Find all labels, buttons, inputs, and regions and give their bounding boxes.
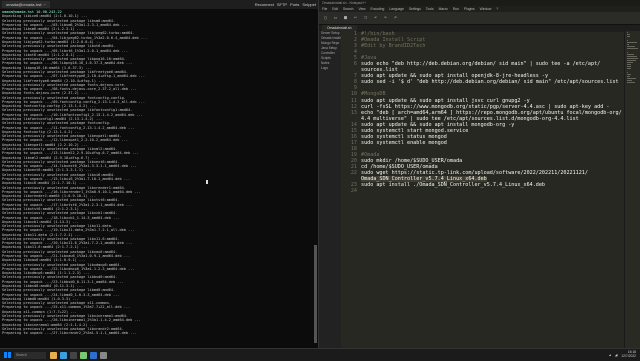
ports-button[interactable]: Ports bbox=[290, 2, 299, 7]
minimap-line bbox=[627, 34, 630, 35]
menu-item[interactable]: View bbox=[358, 6, 365, 12]
new-file-icon[interactable]: ▯ bbox=[322, 15, 329, 22]
undo-icon[interactable]: ↶ bbox=[372, 15, 379, 22]
minimap-line bbox=[627, 66, 631, 67]
minimap-line bbox=[627, 32, 629, 33]
menu-item[interactable]: Encoding bbox=[371, 6, 385, 12]
clock[interactable]: 15:18 12/7/2022 bbox=[621, 350, 636, 359]
minimap-line bbox=[627, 44, 629, 45]
taskbar-search[interactable]: Search bbox=[14, 351, 46, 359]
terminal-window[interactable]: omada@omada-hst: ~ Reconnect SFTP Ports … bbox=[0, 0, 319, 348]
file-explorer-icon[interactable] bbox=[50, 351, 57, 359]
sftp-button[interactable]: SFTP bbox=[277, 2, 287, 7]
network-icon[interactable]: ▲ bbox=[609, 353, 612, 357]
menu-item[interactable]: Macro bbox=[439, 6, 448, 12]
menu-item[interactable]: ? bbox=[496, 6, 498, 12]
terminal-tab[interactable]: omada@omada-hst: ~ bbox=[2, 1, 50, 8]
open-folder-icon[interactable]: ▭ bbox=[332, 15, 339, 22]
menu-item[interactable]: Run bbox=[453, 6, 459, 12]
minimap-line bbox=[627, 78, 637, 79]
volume-icon[interactable]: ◢ bbox=[615, 353, 618, 357]
code-line[interactable]: 8 sudo sed -i '$ d' "deb http://deb.debia… bbox=[342, 79, 624, 85]
redo-icon[interactable]: ↷ bbox=[382, 15, 389, 22]
terminal-titlebar: omada@omada-hst: ~ Reconnect SFTP Ports … bbox=[0, 0, 318, 9]
menu-item[interactable]: Window bbox=[480, 6, 492, 12]
minimap-line bbox=[627, 48, 638, 49]
project-panel[interactable]: Server Setup Omada Install Mongo Repo Java … bbox=[319, 31, 341, 348]
system-tray: ▲ ◢ 15:18 12/7/2022 bbox=[609, 350, 640, 359]
menu-item[interactable]: Edit bbox=[332, 6, 338, 12]
minimap-line bbox=[627, 64, 632, 65]
minimap-line bbox=[627, 54, 634, 55]
save-icon[interactable]: ■ bbox=[342, 15, 349, 22]
snippet-button[interactable]: Snippet bbox=[302, 2, 316, 7]
editor-window[interactable]: OmadaInstall.sh - Notepad++ File Edit Sear… bbox=[319, 0, 640, 348]
find-icon[interactable]: ⌕ bbox=[392, 15, 399, 22]
minimap-line bbox=[627, 56, 638, 57]
editor-toolbar: ▯ ▭ ■ ✂ ❐ ↶ ↷ ⌕ bbox=[319, 12, 640, 25]
terminal-output[interactable]: omada@omada.hst 10.90.243.22 Unpacking l… bbox=[2, 10, 312, 346]
minimap-line bbox=[627, 80, 633, 81]
terminal-app-icon[interactable] bbox=[70, 351, 77, 359]
minimap-line bbox=[627, 72, 628, 73]
menu-item[interactable]: Language bbox=[389, 6, 404, 12]
code-text: #Edit by BrandID2Tech bbox=[361, 43, 426, 50]
menu-item[interactable]: File bbox=[322, 6, 327, 12]
minimap-line bbox=[627, 42, 637, 43]
browser-icon[interactable] bbox=[60, 351, 67, 359]
clock-date: 12/7/2022 bbox=[621, 354, 636, 358]
menu-item[interactable]: Tools bbox=[426, 6, 434, 12]
menu-item[interactable]: Settings bbox=[409, 6, 421, 12]
taskbar: Search ▲ ◢ 15:18 12/7/2022 bbox=[0, 348, 640, 361]
terminal-line: Preparing to unpack .../27-libxrandr2_2%… bbox=[2, 331, 137, 336]
minimap-line bbox=[627, 46, 635, 47]
menu-item[interactable]: Plugins bbox=[464, 6, 475, 12]
mouse-cursor bbox=[206, 180, 208, 184]
minimap-line bbox=[627, 74, 632, 75]
code-line[interactable]: 24 bbox=[342, 188, 624, 194]
minimap-line bbox=[627, 40, 628, 41]
minimap-line bbox=[627, 58, 638, 59]
minimap-line bbox=[627, 62, 634, 63]
code-text: sudo apt install ./Omada_SDN_Controller_… bbox=[361, 182, 546, 189]
code-editor[interactable]: 1 #!/bin/bash 2 #Omada Install Script 3 #Edit… bbox=[342, 31, 624, 348]
minimap-line bbox=[627, 52, 628, 53]
notepad-app-icon[interactable] bbox=[80, 351, 87, 359]
code-text: sudo sed -i '$ d' "deb http://deb.debian… bbox=[361, 79, 619, 86]
windows-start-icon[interactable] bbox=[4, 352, 11, 358]
copy-icon[interactable]: ❐ bbox=[362, 15, 369, 22]
project-panel-item[interactable]: Logs bbox=[319, 66, 341, 71]
minimap-line bbox=[627, 60, 636, 61]
line-number: 24 bbox=[350, 188, 357, 195]
minimap-line bbox=[627, 82, 635, 83]
minimap-line bbox=[627, 36, 630, 37]
mail-icon[interactable] bbox=[90, 351, 97, 359]
terminal-scrollbar[interactable] bbox=[314, 245, 317, 343]
document-minimap[interactable] bbox=[624, 31, 640, 348]
reconnect-button[interactable]: Reconnect bbox=[255, 2, 274, 7]
settings-icon[interactable] bbox=[100, 351, 107, 359]
code-text: sudo systemctl enable mongod bbox=[361, 139, 447, 146]
minimap-line bbox=[627, 76, 631, 77]
cut-icon[interactable]: ✂ bbox=[352, 15, 359, 22]
menu-item[interactable]: Search bbox=[343, 6, 353, 12]
minimap-line bbox=[627, 68, 631, 69]
